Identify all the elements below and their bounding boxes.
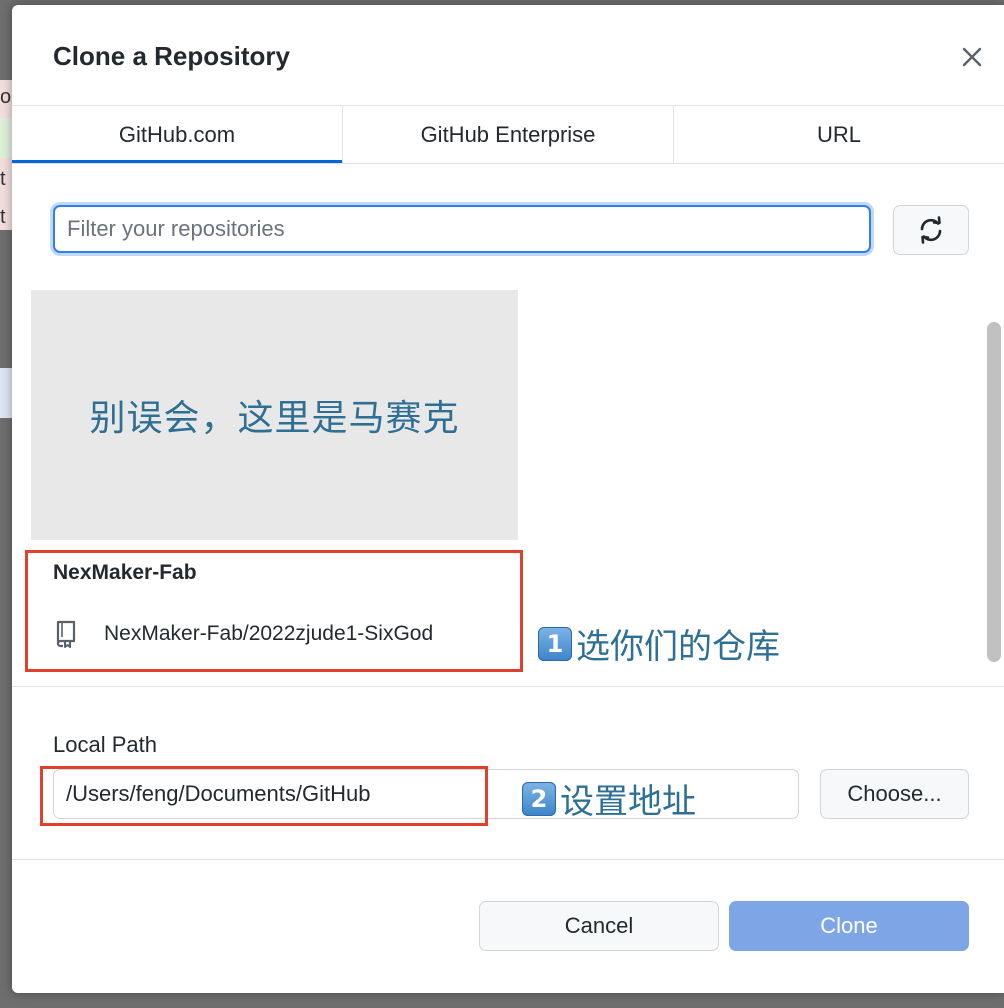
tab-bar: GitHub.com GitHub Enterprise URL [12,106,1004,164]
tab-url[interactable]: URL [674,106,1004,163]
dialog-title: Clone a Repository [53,41,290,71]
tab-github-enterprise[interactable]: GitHub Enterprise [343,106,674,163]
choose-button[interactable]: Choose... [820,769,969,819]
refresh-icon [920,216,942,244]
clone-button[interactable]: Clone [729,901,969,951]
cancel-label: Cancel [564,913,634,938]
clone-label: Clone [820,913,878,938]
annotation-box-repo [25,550,523,672]
refresh-button[interactable] [893,205,969,255]
cancel-button[interactable]: Cancel [479,901,719,951]
number-badge: 1 [538,626,572,661]
tab-label: GitHub.com [118,121,236,147]
close-icon [962,47,982,67]
filter-repositories-input[interactable] [53,205,871,253]
annotation-select-repo: 1 选你们的仓库 [538,619,780,668]
annotation-set-path: 2 设置地址 [522,774,696,823]
mosaic-overlay: 别误会，这里是马赛克 [31,290,518,540]
background-text: t [0,168,6,190]
footer-divider [12,859,1004,860]
annotation-box-path [40,766,488,826]
annotation-text: 设置地址 [560,782,696,822]
local-path-label: Local Path [53,732,157,757]
tab-label: URL [816,121,861,147]
close-button[interactable] [954,39,990,75]
background-text: t [0,206,6,228]
tab-label: GitHub Enterprise [420,121,596,147]
tab-github-com[interactable]: GitHub.com [12,106,343,164]
list-scrollbar[interactable] [987,322,1001,662]
tabs-divider [12,163,1004,164]
mosaic-text: 别误会，这里是马赛克 [89,398,460,439]
annotation-text: 选你们的仓库 [576,627,780,667]
list-divider [12,686,1004,687]
number-badge: 2 [522,781,556,816]
clone-repository-dialog: Clone a Repository GitHub.com GitHub Ent… [12,5,1004,993]
choose-label: Choose... [847,781,942,806]
